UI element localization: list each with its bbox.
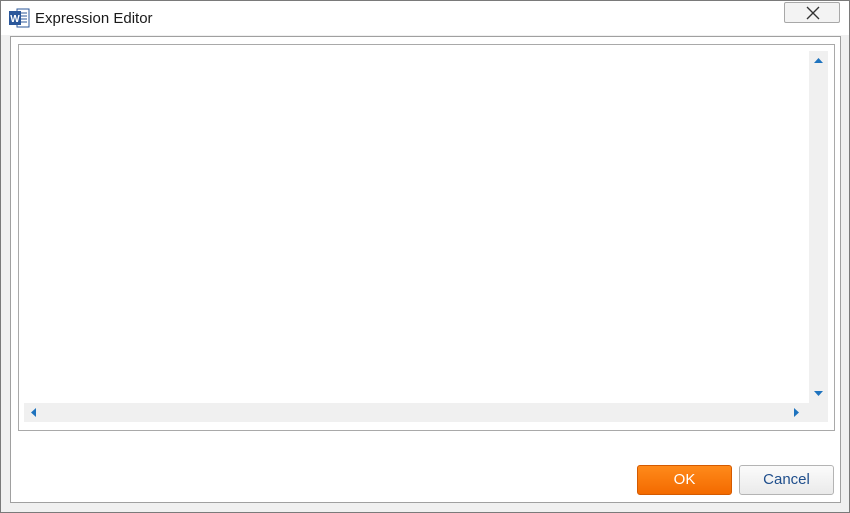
dialog-content: OK Cancel [10, 36, 841, 503]
word-icon: W [9, 8, 30, 28]
svg-text:W: W [10, 14, 20, 25]
horizontal-scrollbar[interactable] [24, 403, 809, 422]
expression-editor-frame [18, 44, 835, 431]
expression-editor-dialog: W Expression Editor OK Cancel [0, 0, 850, 513]
ok-button[interactable]: OK [637, 465, 732, 495]
scroll-up-button[interactable] [809, 51, 828, 70]
scroll-up-arrow-icon [814, 58, 823, 63]
scrollbar-corner [809, 403, 828, 422]
scroll-right-button[interactable] [787, 403, 806, 422]
cancel-button[interactable]: Cancel [739, 465, 834, 495]
scroll-left-button[interactable] [24, 403, 43, 422]
close-icon [806, 6, 820, 20]
vertical-scrollbar[interactable] [809, 51, 828, 403]
title-bar[interactable]: W Expression Editor [1, 1, 849, 35]
scroll-down-arrow-icon [814, 391, 823, 396]
scroll-right-arrow-icon [794, 408, 799, 417]
scroll-left-arrow-icon [31, 408, 36, 417]
close-button[interactable] [784, 2, 840, 23]
window-title: Expression Editor [35, 10, 153, 27]
expression-input[interactable] [19, 45, 809, 405]
scroll-down-button[interactable] [809, 384, 828, 403]
